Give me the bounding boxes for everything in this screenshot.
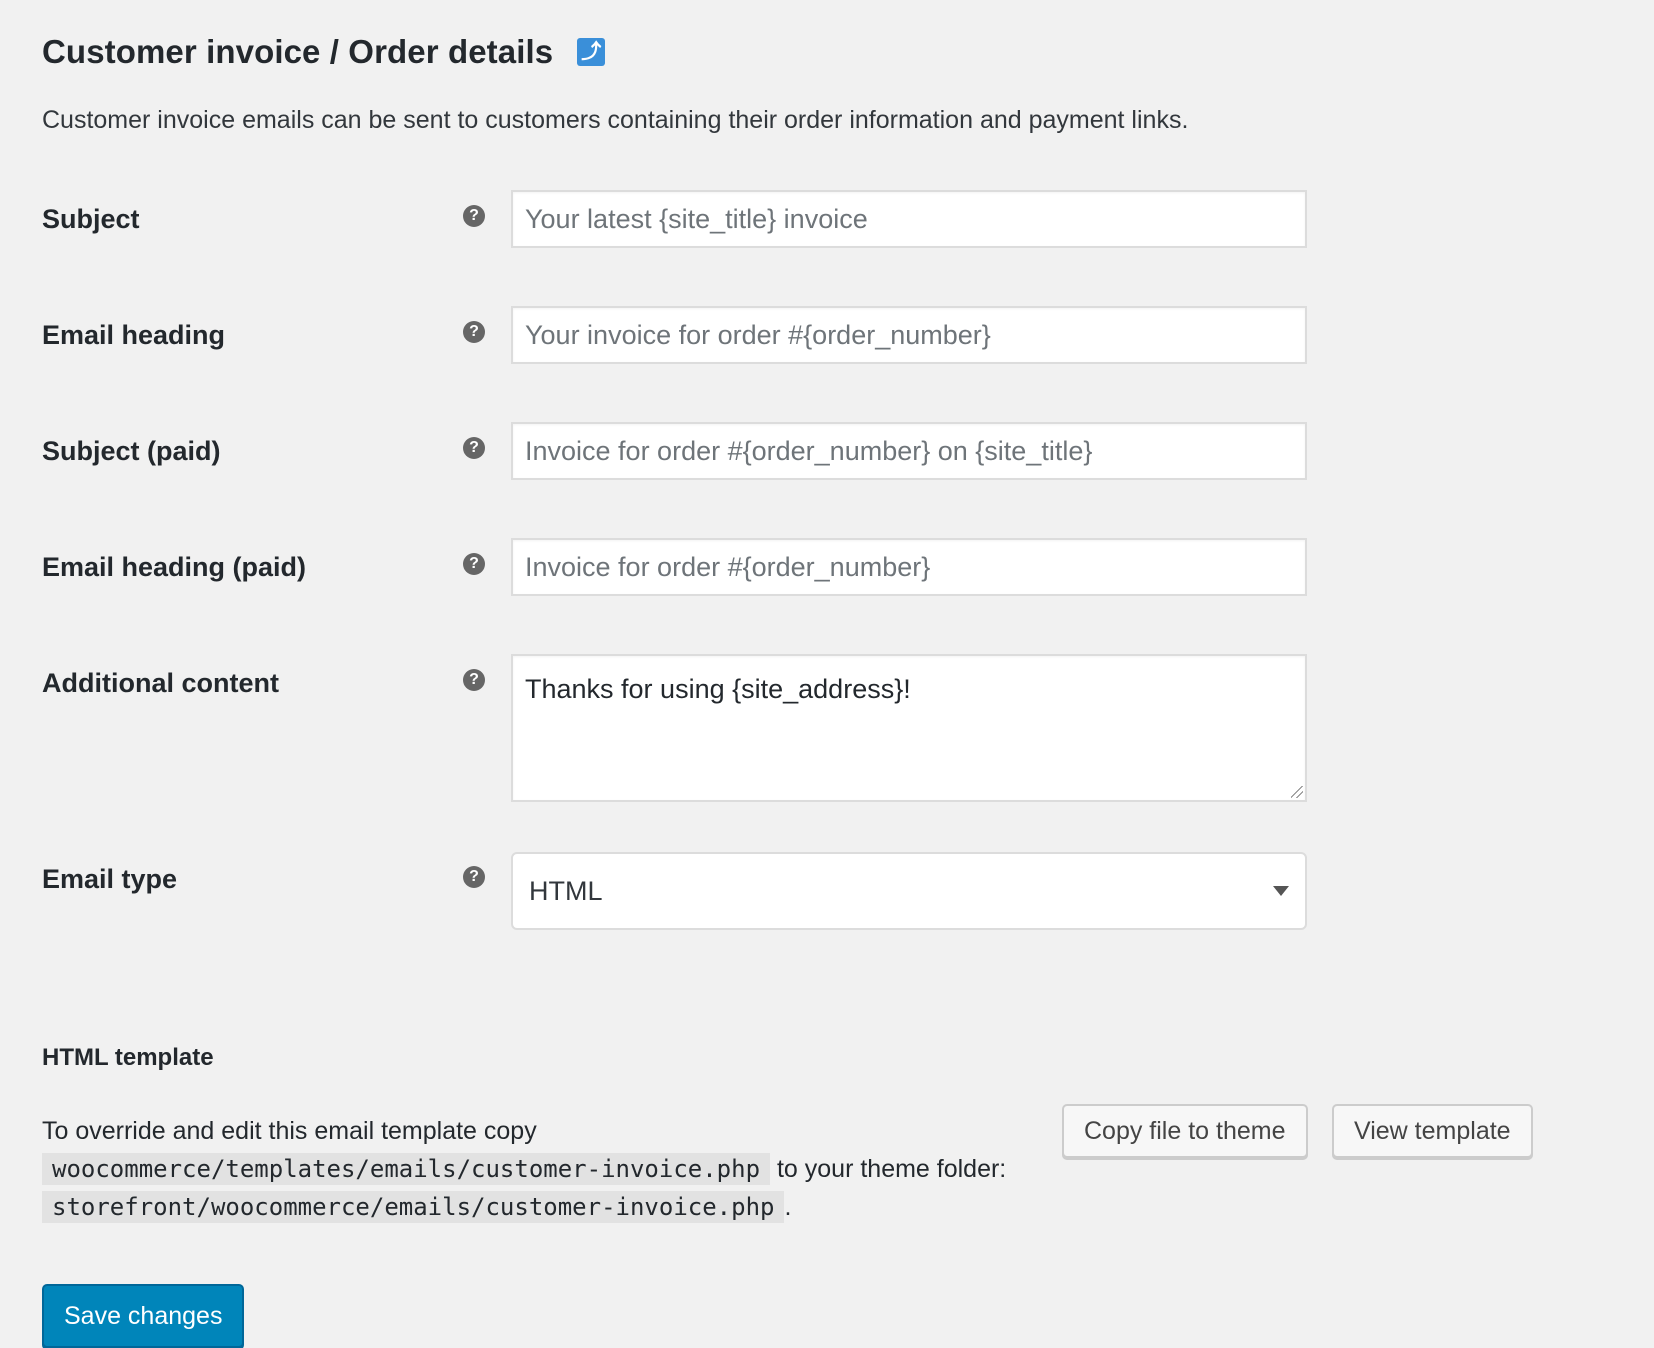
help-icon[interactable]: ? bbox=[463, 321, 485, 343]
view-template-button[interactable]: View template bbox=[1332, 1104, 1533, 1158]
subject-paid-label: Subject (paid) bbox=[42, 436, 221, 466]
save-changes-button[interactable]: Save changes bbox=[42, 1284, 245, 1348]
copy-file-to-theme-button[interactable]: Copy file to theme bbox=[1062, 1104, 1308, 1158]
page-title: Customer invoice / Order details bbox=[42, 33, 554, 70]
template-override-instructions: To override and edit this email template… bbox=[42, 1112, 1082, 1226]
template-text-before: To override and edit this email template… bbox=[42, 1117, 537, 1145]
help-icon[interactable]: ? bbox=[463, 437, 485, 459]
page-description: Customer invoice emails can be sent to c… bbox=[42, 106, 1189, 134]
html-template-heading: HTML template bbox=[42, 1044, 214, 1071]
email-type-selected-value: HTML bbox=[529, 875, 603, 906]
template-text-middle: to your theme folder: bbox=[776, 1155, 1007, 1183]
email-type-label: Email type bbox=[42, 864, 178, 894]
source-template-path: woocommerce/templates/emails/customer-in… bbox=[42, 1153, 771, 1185]
email-type-select[interactable]: HTML bbox=[511, 852, 1307, 930]
subject-label: Subject bbox=[42, 204, 140, 234]
resize-handle-icon[interactable] bbox=[1291, 786, 1303, 798]
subject-input[interactable] bbox=[511, 190, 1307, 248]
theme-template-path: storefront/woocommerce/emails/customer-i… bbox=[42, 1191, 785, 1223]
help-icon[interactable]: ? bbox=[463, 553, 485, 575]
title-row: Customer invoice / Order details ⤴ bbox=[42, 28, 606, 76]
email-heading-paid-label: Email heading (paid) bbox=[42, 552, 307, 582]
additional-content-label: Additional content bbox=[42, 668, 279, 698]
chevron-down-icon bbox=[1273, 886, 1289, 896]
additional-content-textarea[interactable] bbox=[511, 654, 1307, 802]
template-text-after: . bbox=[784, 1193, 792, 1221]
email-heading-input[interactable] bbox=[511, 306, 1307, 364]
email-heading-label: Email heading bbox=[42, 320, 226, 350]
help-icon[interactable]: ? bbox=[463, 205, 485, 227]
help-icon[interactable]: ? bbox=[463, 669, 485, 691]
return-arrow-icon[interactable]: ⤴ bbox=[577, 38, 606, 66]
subject-paid-input[interactable] bbox=[511, 422, 1307, 480]
help-icon[interactable]: ? bbox=[463, 866, 485, 888]
email-heading-paid-input[interactable] bbox=[511, 538, 1307, 596]
